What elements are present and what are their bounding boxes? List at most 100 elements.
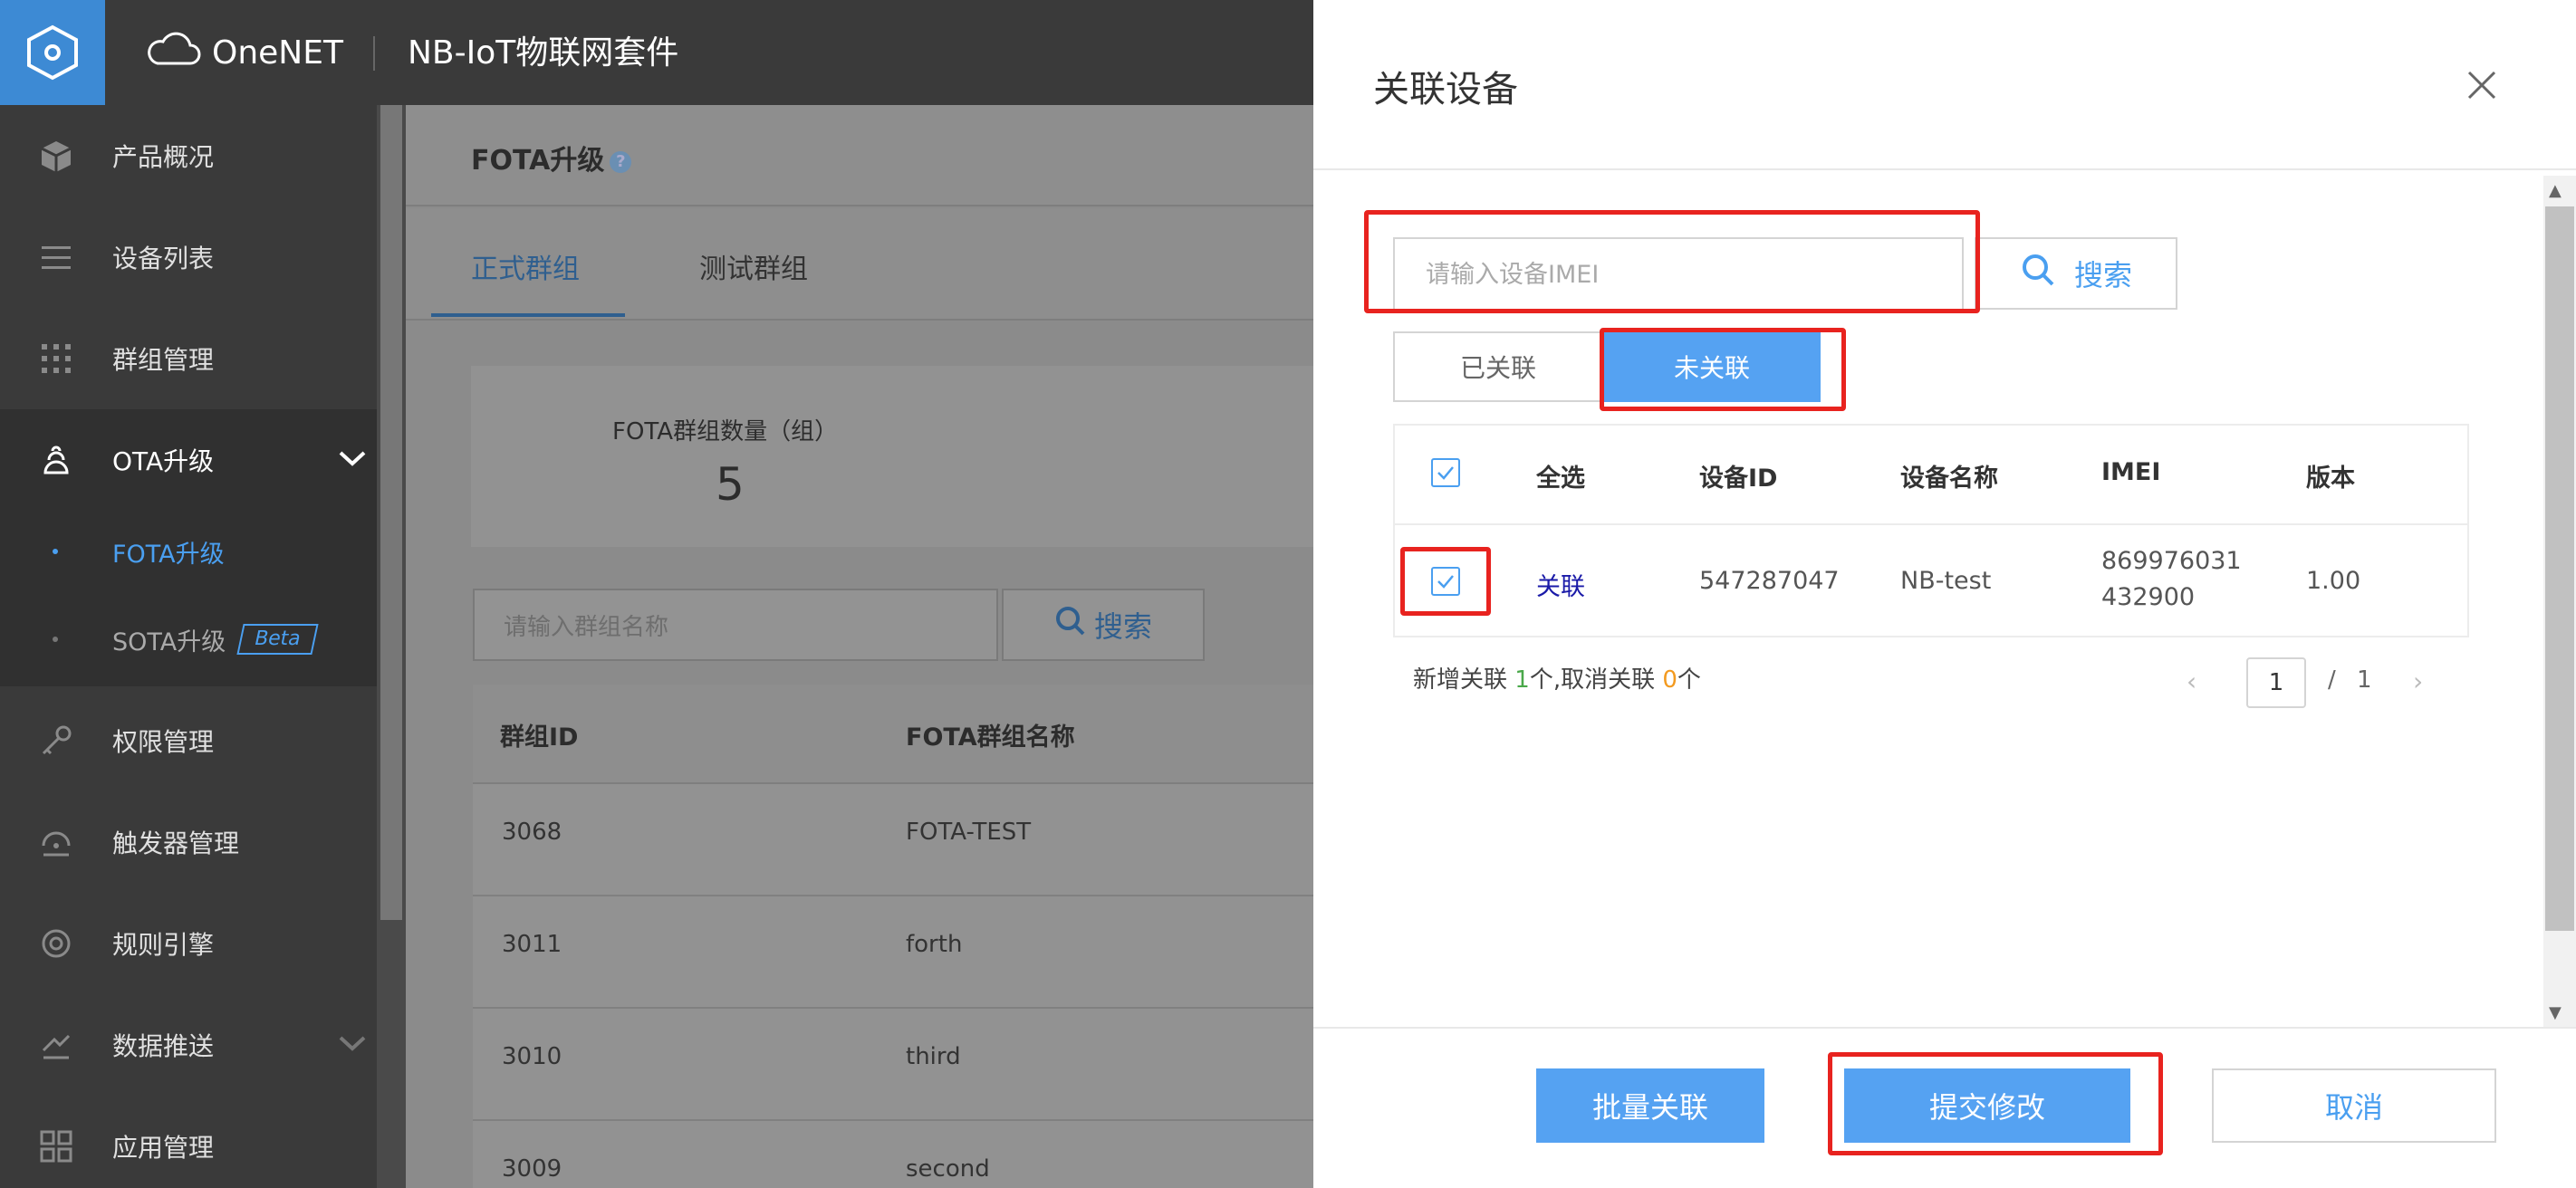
cell-group-name: forth: [906, 931, 963, 958]
cell-imei-line2: 432900: [2101, 583, 2196, 611]
tab-test-group[interactable]: 测试群组: [699, 246, 808, 286]
modal-title: 关联设备: [1373, 69, 1518, 110]
cell-device-name: NB-test: [1900, 567, 1992, 595]
pager-page-input[interactable]: 1: [2246, 657, 2306, 708]
group-table-header: [473, 685, 1313, 784]
sidebar-item-ota[interactable]: OTA升级: [0, 409, 377, 511]
column-header-device-name: 设备名称: [1900, 465, 1998, 493]
logo-hexagon-icon[interactable]: [0, 0, 105, 105]
link-action-link[interactable]: 关联: [1536, 567, 1585, 602]
sidebar-item-label: 产品概况: [112, 142, 215, 172]
cell-imei-line1: 869976031: [2101, 547, 2242, 575]
sidebar-item-permissions[interactable]: 权限管理: [0, 690, 377, 791]
sidebar-item-label: 规则引擎: [112, 930, 215, 960]
key-icon: [36, 721, 76, 761]
sidebar-item-label: 数据推送: [112, 1031, 215, 1061]
row-checkbox[interactable]: [1431, 567, 1460, 596]
imei-search-input[interactable]: [1393, 237, 1964, 311]
group-search-button[interactable]: 搜索: [1002, 589, 1205, 661]
sidebar-item-overview[interactable]: 产品概况: [0, 105, 377, 206]
column-header-version: 版本: [2306, 465, 2355, 493]
modal-footer-divider: [1313, 1027, 2576, 1029]
cell-group-id: 3009: [502, 1155, 562, 1183]
column-header-group-id: 群组ID: [500, 723, 579, 752]
pager-total: 1: [2357, 666, 2372, 694]
stat-card: [471, 366, 1313, 547]
sidebar-item-label: 权限管理: [112, 727, 215, 757]
sidebar-item-label: 设备列表: [112, 244, 215, 273]
cell-device-id: 547287047: [1699, 567, 1840, 595]
search-icon: [1054, 605, 1087, 645]
cancel-button[interactable]: 取消: [2212, 1068, 2496, 1143]
cell-group-name: second: [906, 1155, 990, 1183]
cell-group-name: third: [906, 1043, 961, 1070]
close-icon[interactable]: [2460, 63, 2504, 107]
sidebar: 产品概况 设备列表 群组管理 OTA升级 FOTA升级 SOTA升级 Beta …: [0, 105, 377, 1188]
summary-suffix: 个: [1677, 666, 1701, 694]
pager-prev-icon[interactable]: ‹: [2187, 666, 2196, 696]
search-icon: [2020, 252, 2074, 295]
checkmark-icon: [1437, 466, 1454, 480]
table-row[interactable]: [473, 1121, 1313, 1188]
modal-scrollbar-thumb[interactable]: [2545, 206, 2574, 931]
help-icon[interactable]: ?: [610, 150, 632, 173]
sidebar-scrollbar-thumb[interactable]: [380, 105, 402, 920]
pager-next-icon[interactable]: ›: [2413, 666, 2423, 696]
chevron-down-icon: [337, 1030, 368, 1060]
select-all-checkbox[interactable]: [1431, 458, 1460, 487]
stat-value: 5: [716, 458, 745, 511]
page-title-text: FOTA升级: [471, 145, 605, 177]
group-search-placeholder: 请输入群组名称: [504, 614, 669, 641]
sidebar-item-triggers[interactable]: 触发器管理: [0, 791, 377, 893]
imei-search-button[interactable]: 搜索: [1975, 237, 2177, 310]
sidebar-item-label: 应用管理: [112, 1133, 215, 1163]
list-icon: [36, 237, 76, 277]
header-divider: [373, 36, 375, 71]
scroll-up-arrow-icon[interactable]: ▲: [2549, 181, 2562, 200]
sidebar-item-push[interactable]: 数据推送: [0, 994, 377, 1096]
sidebar-item-apps[interactable]: 应用管理: [0, 1096, 377, 1188]
summary-prefix: 新增关联: [1413, 666, 1515, 694]
cloud-icon: [145, 31, 201, 75]
cell-group-id: 3011: [502, 931, 562, 958]
tab-active-indicator: [431, 313, 625, 317]
cell-group-name: FOTA-TEST: [906, 819, 1032, 846]
change-summary: 新增关联 1个,取消关联 0个: [1413, 661, 1701, 695]
brand-name: OneNET: [212, 34, 343, 72]
stat-label: FOTA群组数量（组）: [612, 418, 839, 446]
product-name: NB-IoT物联网套件: [408, 34, 679, 72]
summary-middle: 个,取消关联: [1529, 666, 1663, 694]
sidebar-item-groups[interactable]: 群组管理: [0, 308, 377, 409]
sidebar-subitem-label: FOTA升级: [112, 540, 225, 569]
pager-slash: /: [2328, 666, 2336, 694]
brand[interactable]: OneNET: [145, 25, 343, 80]
summary-removed-count: 0: [1662, 666, 1677, 694]
sidebar-item-devices[interactable]: 设备列表: [0, 206, 377, 308]
segment-unlinked[interactable]: 未关联: [1603, 331, 1821, 402]
cell-group-id: 3068: [502, 819, 562, 846]
sidebar-subitem-fota[interactable]: FOTA升级: [0, 511, 377, 592]
cell-group-id: 3010: [502, 1043, 562, 1070]
table-row[interactable]: [473, 1009, 1313, 1121]
modal-divider: [1313, 168, 2576, 170]
table-row[interactable]: [473, 784, 1313, 896]
sidebar-subitem-label: SOTA升级: [112, 628, 226, 656]
beta-badge: Beta: [236, 624, 319, 655]
chevron-down-icon: [337, 446, 368, 475]
tab-formal-group[interactable]: 正式群组: [471, 246, 580, 286]
segment-linked[interactable]: 已关联: [1393, 331, 1603, 402]
column-header-select-all[interactable]: 全选: [1536, 458, 1585, 493]
sidebar-item-rules[interactable]: 规则引擎: [0, 893, 377, 994]
trigger-icon: [36, 822, 76, 862]
sidebar-subitem-sota[interactable]: SOTA升级 Beta: [0, 592, 377, 686]
bullet-icon: [53, 549, 58, 554]
scroll-down-arrow-icon[interactable]: ▼: [2549, 1003, 2562, 1022]
rule-icon: [36, 924, 76, 963]
bullet-icon: [53, 637, 58, 642]
sidebar-item-label: 群组管理: [112, 345, 215, 375]
column-header-group-name: FOTA群组名称: [906, 723, 1075, 752]
batch-link-button[interactable]: 批量关联: [1536, 1068, 1764, 1143]
table-row[interactable]: [473, 896, 1313, 1009]
cube-icon: [36, 136, 76, 176]
submit-changes-button[interactable]: 提交修改: [1844, 1068, 2130, 1143]
